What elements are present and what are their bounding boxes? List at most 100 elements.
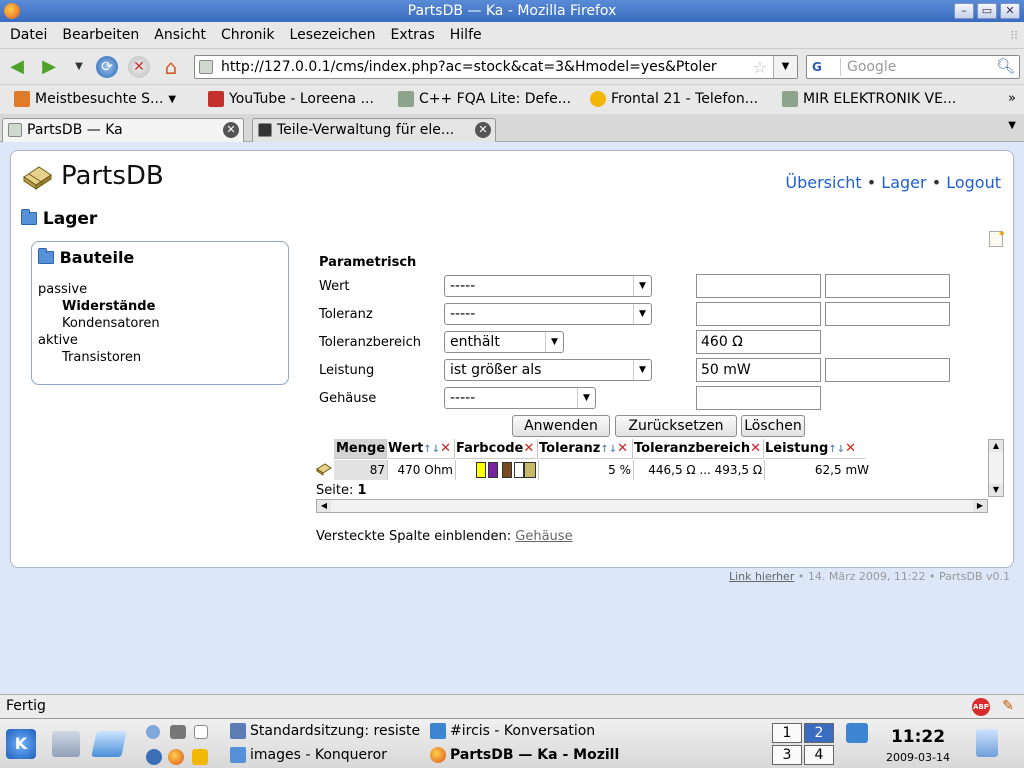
system-monitor-icon[interactable]	[52, 731, 80, 757]
close-button[interactable]: ✕	[1000, 3, 1020, 19]
column-header-toleranz[interactable]: Toleranz↑↓✕	[539, 439, 633, 459]
network-icon[interactable]	[146, 749, 162, 765]
pager-desktop-3[interactable]: 3	[772, 745, 802, 765]
nav-link-logout[interactable]: Logout	[946, 173, 1001, 192]
column-header-wert[interactable]: Wert↑↓✕	[388, 439, 455, 459]
bookmark-meistbesuchte[interactable]: Meistbesuchte S... ▼	[14, 91, 176, 107]
adblock-icon[interactable]: ABP	[972, 698, 990, 716]
sort-arrows-icon[interactable]: ↑↓	[828, 444, 845, 455]
category-aktive[interactable]: aktive	[38, 333, 78, 348]
menu-bearbeiten[interactable]: Bearbeiten	[56, 27, 145, 43]
nav-link-overview[interactable]: Übersicht	[785, 173, 861, 192]
remove-column-icon[interactable]: ✕	[523, 441, 534, 456]
bookmark-frontal21[interactable]: Frontal 21 - Telefon...	[590, 91, 758, 107]
menu-ansicht[interactable]: Ansicht	[148, 27, 212, 43]
url-text[interactable]: http://127.0.0.1/cms/index.php?ac=stock&…	[221, 59, 747, 75]
task-konversation[interactable]: #ircis - Konversation	[430, 723, 595, 739]
menu-chronik[interactable]: Chronik	[215, 27, 281, 43]
pager-desktop-2[interactable]: 2	[804, 723, 834, 743]
filter-op-toleranzbereich[interactable]: enthält ▼	[444, 331, 564, 353]
page-number[interactable]: 1	[357, 483, 366, 498]
search-box[interactable]: G Google 🔍︎	[806, 55, 1020, 79]
pager-desktop-4[interactable]: 4	[804, 745, 834, 765]
firefox-launcher-icon[interactable]	[168, 749, 184, 765]
table-horizontal-scrollbar[interactable]: ◀ ▶	[316, 499, 988, 513]
filter-op-wert[interactable]: ----- ▼	[444, 275, 652, 297]
pager-desktop-1[interactable]: 1	[772, 723, 802, 743]
clock-time[interactable]: 11:22	[880, 727, 956, 747]
trash-icon[interactable]	[976, 729, 998, 757]
sort-arrows-icon[interactable]: ↑↓	[423, 444, 440, 455]
menu-extras[interactable]: Extras	[385, 27, 441, 43]
bookmark-star-icon[interactable]: ☆	[753, 58, 767, 77]
remove-column-icon[interactable]: ✕	[440, 441, 451, 456]
show-column-gehaeuse-link[interactable]: Gehäuse	[515, 529, 572, 544]
delete-button[interactable]: Löschen	[741, 415, 805, 437]
filter-value1-toleranzbereich[interactable]: 460 Ω	[696, 330, 821, 354]
back-arrow-icon[interactable]: ◀	[6, 56, 28, 78]
tools-icon[interactable]: ✎	[998, 698, 1018, 716]
scroll-down-icon[interactable]: ▼	[989, 484, 1003, 496]
remove-column-icon[interactable]: ✕	[617, 441, 628, 456]
window-titlebar[interactable]: PartsDB — Ka - Mozilla Firefox – ▭ ✕	[0, 0, 1024, 22]
menu-hilfe[interactable]: Hilfe	[444, 27, 488, 43]
klipper-icon[interactable]	[846, 723, 868, 743]
url-history-dropdown[interactable]: ▼	[773, 56, 797, 78]
remove-column-icon[interactable]: ✕	[845, 441, 856, 456]
category-passive[interactable]: passive	[38, 282, 87, 297]
tab-teile-verwaltung[interactable]: Teile-Verwaltung für ele... ✕	[252, 118, 496, 142]
tab-list-dropdown[interactable]: ▼	[1008, 120, 1016, 131]
search-icon[interactable]: 🔍︎	[996, 57, 1015, 75]
sort-arrows-icon[interactable]: ↑↓	[600, 444, 617, 455]
task-firefox[interactable]: PartsDB — Ka - Mozill	[430, 747, 619, 763]
category-kondensatoren[interactable]: Kondensatoren	[62, 316, 160, 331]
history-dropdown-icon[interactable]: ▼	[68, 56, 90, 78]
column-header-toleranzbereich[interactable]: Toleranzbereich✕	[634, 439, 764, 459]
home-icon[interactable]: ⌂	[160, 56, 182, 78]
filter-value2-toleranz[interactable]	[825, 302, 950, 326]
scroll-up-icon[interactable]: ▲	[989, 440, 1003, 452]
reload-icon[interactable]: ⟳	[96, 56, 118, 78]
apply-button[interactable]: Anwenden	[512, 415, 610, 437]
table-vertical-scrollbar[interactable]: ▲ ▼	[988, 439, 1004, 497]
filter-value2-leistung[interactable]	[825, 358, 950, 382]
filter-value1-wert[interactable]	[696, 274, 821, 298]
remove-column-icon[interactable]: ✕	[750, 441, 761, 456]
bookmarks-overflow-button[interactable]: »	[1008, 91, 1016, 106]
column-header-leistung[interactable]: Leistung↑↓✕	[765, 439, 865, 459]
filter-op-toleranz[interactable]: ----- ▼	[444, 303, 652, 325]
part-chip-icon[interactable]	[316, 462, 332, 476]
filter-op-leistung[interactable]: ist größer als ▼	[444, 359, 652, 381]
terminal-icon[interactable]	[170, 725, 186, 739]
search-icon[interactable]	[146, 725, 160, 739]
filter-value2-wert[interactable]	[825, 274, 950, 298]
desktop-icon[interactable]	[91, 731, 127, 757]
menu-lesezeichen[interactable]: Lesezeichen	[284, 27, 382, 43]
nav-link-stock[interactable]: Lager	[881, 173, 926, 192]
menu-datei[interactable]: Datei	[4, 27, 53, 43]
close-tab-icon[interactable]: ✕	[475, 122, 491, 138]
task-konsole[interactable]: Standardsitzung: resiste	[230, 723, 420, 739]
bookmark-mir-elektronik[interactable]: MIR ELEKTRONIK VE...	[782, 91, 956, 107]
reset-button[interactable]: Zurücksetzen	[615, 415, 737, 437]
new-document-icon[interactable]	[989, 229, 1006, 247]
maximize-button[interactable]: ▭	[977, 3, 997, 19]
search-placeholder[interactable]: Google	[847, 59, 896, 75]
column-header-menge[interactable]: Menge	[334, 439, 387, 459]
filter-value1-leistung[interactable]: 50 mW	[696, 358, 821, 382]
permalink-link[interactable]: Link hierher	[729, 570, 794, 583]
forward-arrow-icon[interactable]: ▶	[38, 56, 60, 78]
kde-menu-button[interactable]: K	[6, 729, 36, 759]
app-launcher-icon[interactable]	[192, 749, 208, 765]
bookmark-cpp-fqa[interactable]: C++ FQA Lite: Defe...	[398, 91, 571, 107]
search-engine-icon[interactable]: G	[809, 58, 841, 76]
stop-icon[interactable]: ✕	[128, 56, 150, 78]
task-konqueror[interactable]: images - Konqueror	[230, 747, 387, 763]
category-widerstaende[interactable]: Widerstände	[62, 299, 155, 314]
column-header-farbcode[interactable]: Farbcode✕	[456, 439, 538, 459]
category-transistoren[interactable]: Transistoren	[62, 350, 141, 365]
filter-value1-gehaeuse[interactable]	[696, 386, 821, 410]
scroll-right-icon[interactable]: ▶	[973, 500, 987, 512]
scroll-left-icon[interactable]: ◀	[317, 500, 331, 512]
close-tab-icon[interactable]: ✕	[223, 122, 239, 138]
